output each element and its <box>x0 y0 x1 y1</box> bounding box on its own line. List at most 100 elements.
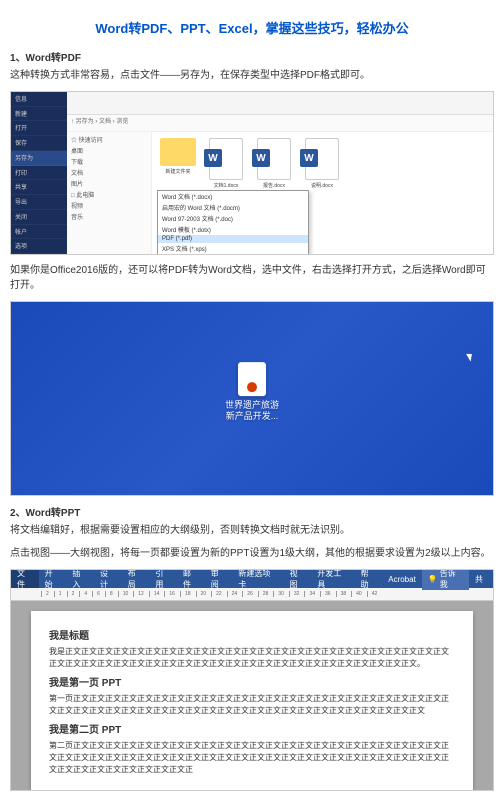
ribbon-tab[interactable]: 引用 <box>149 570 177 588</box>
file-menu-item[interactable]: 信息 <box>11 92 67 107</box>
ribbon-tab[interactable]: 文件 <box>11 570 39 588</box>
ruler-mark: 24 <box>227 591 242 597</box>
filetype-option[interactable]: Word 模板 (*.dotx) <box>158 224 308 235</box>
file-item[interactable]: 说明.docx <box>302 138 342 189</box>
ruler-mark: 34 <box>304 591 319 597</box>
tree-item[interactable]: 视频 <box>69 200 149 211</box>
ribbon-tab[interactable]: Acrobat <box>382 570 422 588</box>
ruler-mark: 14 <box>149 591 164 597</box>
ruler-mark: 2 <box>41 591 53 597</box>
document-page: 我是标题 我是正文正文正文正文正文正文正文正文正文正文正文正文正文正文正文正文正… <box>31 611 473 791</box>
doc-heading-3: 我是第二页 PPT <box>49 721 455 736</box>
ruler-mark: 22 <box>211 591 226 597</box>
page-title: Word转PDF、PPT、Excel，掌握这些技巧，轻松办公 <box>10 18 494 37</box>
ruler-mark: 12 <box>133 591 148 597</box>
ruler-mark: 32 <box>289 591 304 597</box>
ribbon-tab[interactable]: 视图 <box>284 570 312 588</box>
filetype-option[interactable]: 启用宏的 Word 文档 (*.docm) <box>158 202 308 213</box>
ribbon-tab[interactable]: 邮件 <box>177 570 205 588</box>
ruler-mark: 10 <box>118 591 133 597</box>
section-2-para-1: 将文档编辑好，根据需要设置相应的大纲级别，否则转换文档时就无法识别。 <box>10 523 494 538</box>
ribbon-tab[interactable]: 布局 <box>122 570 150 588</box>
folder-icon <box>160 138 196 166</box>
tell-me-button[interactable]: 💡告诉我 <box>422 569 469 590</box>
file-menu-item[interactable]: 保存 <box>11 136 67 151</box>
doc-heading-1: 我是标题 <box>49 627 455 642</box>
pdf-icon <box>238 362 266 396</box>
file-menu-item[interactable]: 新建 <box>11 107 67 122</box>
section-2-para-2: 点击视图——大纲视图，将每一页都要设置为新的PPT设置为1级大纲，其他的根据要求… <box>10 546 494 561</box>
filetype-dropdown[interactable]: Word 文档 (*.docx)启用宏的 Word 文档 (*.docm)Wor… <box>157 190 309 255</box>
section-1-heading: 1、Word转PDF <box>10 49 494 64</box>
tree-item[interactable]: 桌面 <box>69 145 149 156</box>
word-icon <box>257 138 291 180</box>
ribbon-tab[interactable]: 开发工具 <box>311 570 354 588</box>
word-icon <box>209 138 243 180</box>
tree-item[interactable]: □ 此电脑 <box>69 189 149 200</box>
screenshot-save-as: 信息新建打开保存另存为打印共享导出关闭帐户选项 ↑ 另存为 › 文档 › 浏览 … <box>10 91 494 255</box>
filetype-option[interactable]: Word 97-2003 文档 (*.doc) <box>158 213 308 224</box>
ribbon-tab[interactable]: 帮助 <box>355 570 383 588</box>
file-item[interactable]: 文档1.docx <box>206 138 246 189</box>
file-label: 报告.docx <box>254 182 294 189</box>
ruler-mark: 30 <box>273 591 288 597</box>
ribbon-tab[interactable]: 开始 <box>39 570 67 588</box>
ribbon-tab[interactable]: 设计 <box>94 570 122 588</box>
file-menu-item[interactable]: 打开 <box>11 121 67 136</box>
doc-heading-2: 我是第一页 PPT <box>49 674 455 689</box>
cursor-icon <box>466 351 475 361</box>
ribbon-tab[interactable]: 新建选项卡 <box>232 570 283 588</box>
ruler-mark: 1 <box>54 591 66 597</box>
ruler-mark: 18 <box>180 591 195 597</box>
tree-item[interactable]: 文档 <box>69 167 149 178</box>
section-2-heading: 2、Word转PPT <box>10 504 494 519</box>
ruler-mark: 28 <box>258 591 273 597</box>
file-label: 新建文件夹 <box>158 168 198 175</box>
tree-item[interactable]: 下载 <box>69 156 149 167</box>
doc-body-2: 第一页正文正文正文正文正文正文正文正文正文正文正文正文正文正文正文正文正文正文正… <box>49 693 455 717</box>
file-menu-item[interactable]: 帐户 <box>11 225 67 240</box>
tree-item[interactable]: 音乐 <box>69 211 149 222</box>
dialog-titlebar <box>67 92 493 115</box>
filetype-option[interactable]: XPS 文档 (*.xps) <box>158 243 308 254</box>
doc-body-3: 第二页正文正文正文正文正文正文正文正文正文正文正文正文正文正文正文正文正文正文正… <box>49 740 455 776</box>
tree-item[interactable]: ☆ 快速访问 <box>69 134 149 145</box>
ribbon: 文件开始插入设计布局引用邮件审阅新建选项卡视图开发工具帮助Acrobat 💡告诉… <box>11 570 493 588</box>
filetype-option[interactable]: PDF (*.pdf) <box>158 235 308 243</box>
file-label: 说明.docx <box>302 182 342 189</box>
ruler-mark: 36 <box>320 591 335 597</box>
file-menu-item[interactable]: 另存为 <box>11 151 67 166</box>
file-label: 世界遗产旅游新产品开发... <box>225 400 279 423</box>
file-menu-item[interactable]: 关闭 <box>11 210 67 225</box>
screenshot-desktop: 世界遗产旅游新产品开发... <box>10 301 494 496</box>
pdf-file-icon[interactable]: 世界遗产旅游新产品开发... <box>225 362 279 423</box>
file-menu-sidebar: 信息新建打开保存另存为打印共享导出关闭帐户选项 <box>11 92 67 254</box>
section-1-para-1: 这种转换方式非常容易，点击文件——另存为，在保存类型中选择PDF格式即可。 <box>10 68 494 83</box>
ruler-mark: 20 <box>196 591 211 597</box>
filetype-option[interactable]: Word 文档 (*.docx) <box>158 191 308 202</box>
ribbon-tab[interactable]: 审阅 <box>205 570 233 588</box>
ruler-mark: 40 <box>351 591 366 597</box>
file-menu-item[interactable]: 导出 <box>11 195 67 210</box>
ribbon-tab[interactable]: 插入 <box>66 570 94 588</box>
page-canvas: 我是标题 我是正文正文正文正文正文正文正文正文正文正文正文正文正文正文正文正文正… <box>11 601 493 791</box>
ruler-mark: 38 <box>336 591 351 597</box>
screenshot-word-outline: 文件开始插入设计布局引用邮件审阅新建选项卡视图开发工具帮助Acrobat 💡告诉… <box>10 569 494 791</box>
file-menu-item[interactable]: 打印 <box>11 166 67 181</box>
file-item[interactable]: 新建文件夹 <box>158 138 198 175</box>
ruler-mark: 4 <box>79 591 91 597</box>
section-1-para-2: 如果你是Office2016版的，还可以将PDF转为Word文档，选中文件，右击… <box>10 263 494 293</box>
filetype-option[interactable]: 单个网页文件 (*.mht) <box>158 254 308 255</box>
folder-tree: ☆ 快速访问 桌面 下载 文档 图片□ 此电脑 视频 音乐 <box>67 132 152 255</box>
ruler-mark: 6 <box>92 591 104 597</box>
doc-body-1: 我是正文正文正文正文正文正文正文正文正文正文正文正文正文正文正文正文正文正文正文… <box>49 646 455 670</box>
ruler-mark: 42 <box>367 591 382 597</box>
ruler-mark: 8 <box>105 591 117 597</box>
file-label: 文档1.docx <box>206 182 246 189</box>
file-menu-item[interactable]: 选项 <box>11 239 67 254</box>
breadcrumb: ↑ 另存为 › 文档 › 浏览 <box>67 115 493 132</box>
share-button[interactable]: 共 <box>469 574 489 585</box>
file-item[interactable]: 报告.docx <box>254 138 294 189</box>
file-menu-item[interactable]: 共享 <box>11 180 67 195</box>
tree-item[interactable]: 图片 <box>69 178 149 189</box>
